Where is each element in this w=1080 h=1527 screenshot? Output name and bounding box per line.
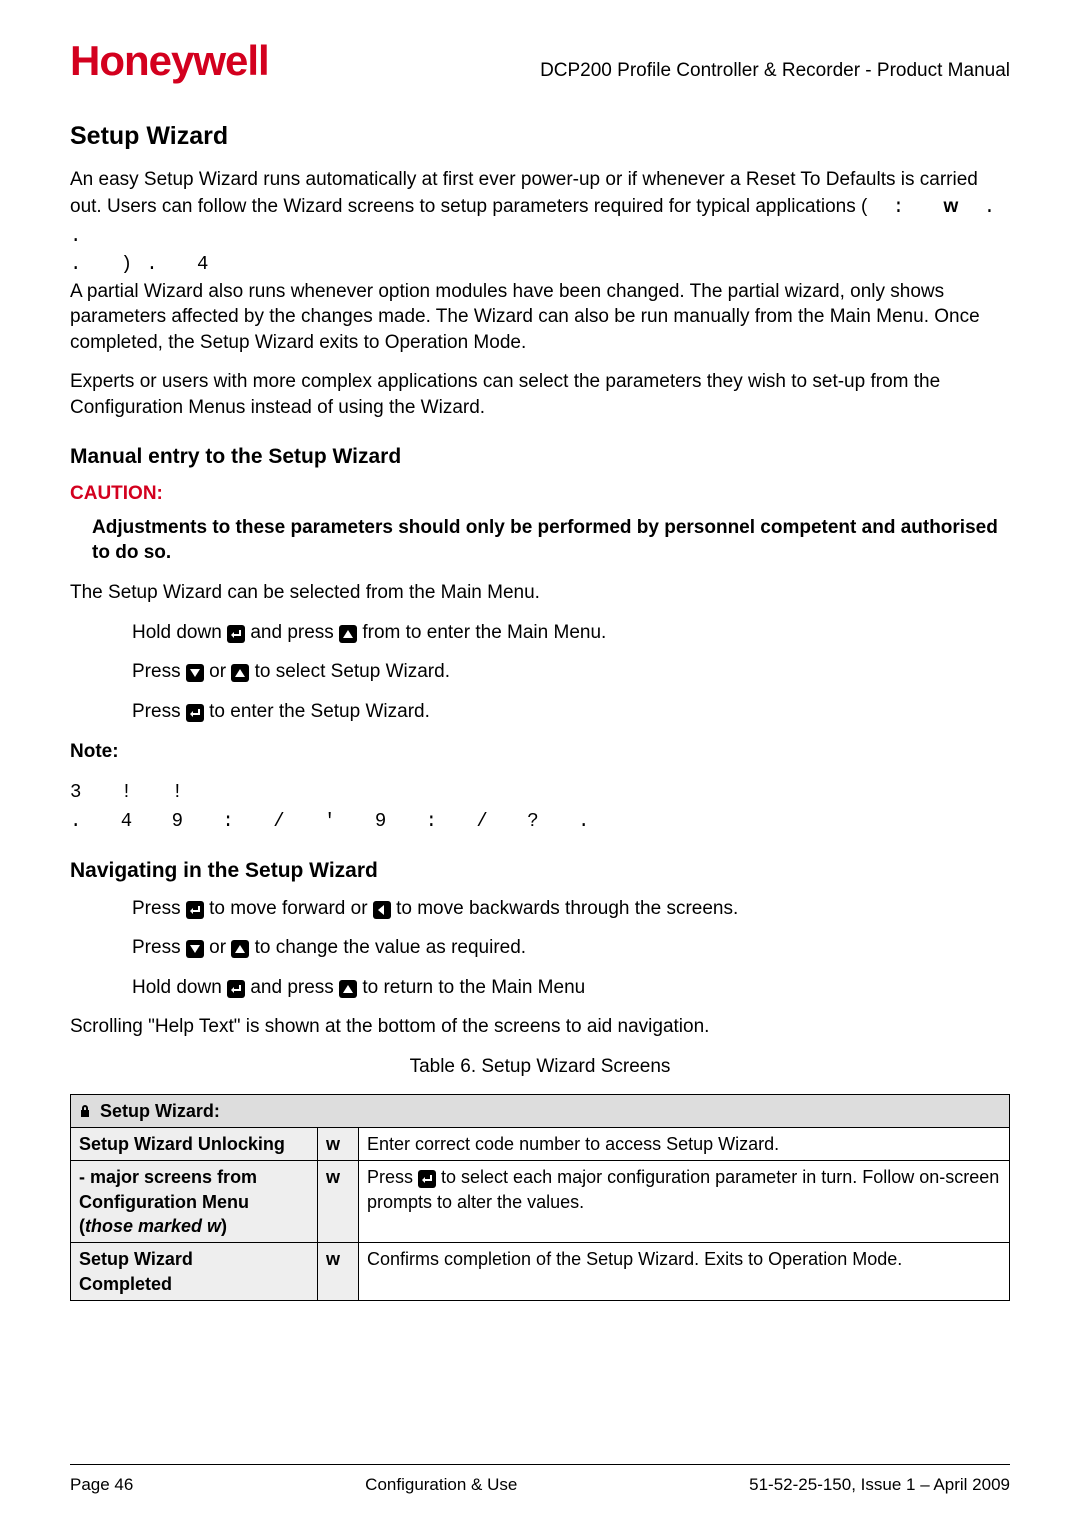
brand-logo: Honeywell (70, 40, 269, 82)
text: and press (250, 622, 339, 643)
footer-doc-id: 51-52-25-150, Issue 1 – April 2009 (749, 1474, 1010, 1497)
up-arrow-icon (339, 980, 357, 998)
up-arrow-icon (231, 664, 249, 682)
table-header-text: Setup Wizard: (100, 1101, 220, 1121)
text: Press (132, 661, 186, 682)
table-row: - major screens from Configuration Menu … (71, 1161, 1010, 1243)
left-arrow-icon (373, 901, 391, 919)
text: and press (250, 977, 339, 998)
step-main-menu: Hold down and press from to enter the Ma… (132, 620, 1010, 646)
enter-key-icon (186, 704, 204, 722)
setup-wizard-screens-table: Setup Wizard: Setup Wizard Unlocking w E… (70, 1094, 1010, 1301)
page-header: Honeywell DCP200 Profile Controller & Re… (70, 40, 1010, 84)
row-label: Setup Wizard Unlocking (71, 1128, 318, 1161)
manual-entry-intro: The Setup Wizard can be selected from th… (70, 580, 1010, 606)
subsection-navigating: Navigating in the Setup Wizard (70, 857, 1010, 885)
placeholder-text: . ). 4 (70, 253, 222, 275)
row-w: w (318, 1161, 359, 1243)
row-w: w (318, 1243, 359, 1301)
text-italic: those marked w (85, 1216, 221, 1236)
step-enter-wizard: Press to enter the Setup Wizard. (132, 699, 1010, 725)
row-desc: Press to select each major configuration… (359, 1161, 1010, 1243)
text: to return to the Main Menu (362, 977, 585, 998)
text: to change the value as required. (255, 937, 526, 958)
caution-body: Adjustments to these parameters should o… (92, 515, 1010, 566)
text: 3 ! ! (70, 781, 197, 803)
down-arrow-icon (186, 940, 204, 958)
row-label: - major screens from Configuration Menu … (71, 1161, 318, 1243)
text: - major screens from (79, 1167, 257, 1187)
down-arrow-icon (186, 664, 204, 682)
caution-label: CAUTION: (70, 481, 1010, 507)
table-caption: Table 6. Setup Wizard Screens (70, 1054, 1010, 1080)
lock-icon (79, 1100, 91, 1114)
enter-key-icon (227, 980, 245, 998)
text: Press (132, 701, 186, 722)
table-header-row: Setup Wizard: (71, 1094, 1010, 1127)
section-title: Setup Wizard (70, 120, 1010, 154)
text: Hold down (132, 977, 227, 998)
page-footer: Page 46 Configuration & Use 51-52-25-150… (70, 1474, 1010, 1497)
up-arrow-icon (231, 940, 249, 958)
row-desc: Enter correct code number to access Setu… (359, 1128, 1010, 1161)
placeholder-text: : (867, 196, 943, 218)
text: to select Setup Wizard. (255, 661, 450, 682)
enter-key-icon (418, 1170, 436, 1188)
note-placeholder: 3 ! ! . 4 9 : / ' 9 : / ? . (70, 778, 1010, 835)
step-select-wizard: Press or to select Setup Wizard. (132, 659, 1010, 685)
bold-w: w (944, 196, 959, 217)
text: Press (367, 1167, 418, 1187)
row-desc: Confirms completion of the Setup Wizard.… (359, 1243, 1010, 1301)
text: Configuration Menu (79, 1192, 249, 1212)
text: . 4 9 : / ' 9 : / ? . (70, 810, 603, 832)
text: or (209, 937, 231, 958)
row-label: Setup Wizard Completed (71, 1243, 318, 1301)
up-arrow-icon (339, 625, 357, 643)
text: Setup Wizard (79, 1249, 193, 1269)
text: Adjustments to these parameters should o… (92, 517, 998, 564)
text: from to enter the Main Menu. (362, 622, 606, 643)
text: or (209, 661, 231, 682)
intro-paragraph-1: An easy Setup Wizard runs automatically … (70, 167, 1010, 355)
document-title: DCP200 Profile Controller & Recorder - P… (540, 58, 1010, 84)
step-nav-forward-back: Press to move forward or to move backwar… (132, 896, 1010, 922)
subsection-manual-entry: Manual entry to the Setup Wizard (70, 443, 1010, 471)
text: Completed (79, 1274, 172, 1294)
text: to move backwards through the screens. (396, 898, 738, 919)
text: to move forward or (209, 898, 373, 919)
footer-page: Page 46 (70, 1474, 133, 1497)
footer-section: Configuration & Use (365, 1474, 517, 1497)
text: Press (132, 937, 186, 958)
step-nav-return: Hold down and press to return to the Mai… (132, 975, 1010, 1001)
text: An easy Setup Wizard runs automatically … (70, 169, 978, 217)
row-w: w (318, 1128, 359, 1161)
table-row: Setup Wizard Completed w Confirms comple… (71, 1243, 1010, 1301)
step-nav-change-value: Press or to change the value as required… (132, 935, 1010, 961)
text: to enter the Setup Wizard. (209, 701, 430, 722)
footer-rule (70, 1464, 1010, 1465)
note-label: Note: (70, 739, 1010, 765)
text: A partial Wizard also runs whenever opti… (70, 281, 980, 353)
help-text-note: Scrolling "Help Text" is shown at the bo… (70, 1014, 1010, 1040)
text: to select each major configuration param… (367, 1167, 999, 1211)
enter-key-icon (227, 625, 245, 643)
text: Hold down (132, 622, 227, 643)
intro-paragraph-2: Experts or users with more complex appli… (70, 369, 1010, 420)
table-row: Setup Wizard Unlocking w Enter correct c… (71, 1128, 1010, 1161)
text: ) (221, 1216, 227, 1236)
enter-key-icon (186, 901, 204, 919)
text: Press (132, 898, 186, 919)
